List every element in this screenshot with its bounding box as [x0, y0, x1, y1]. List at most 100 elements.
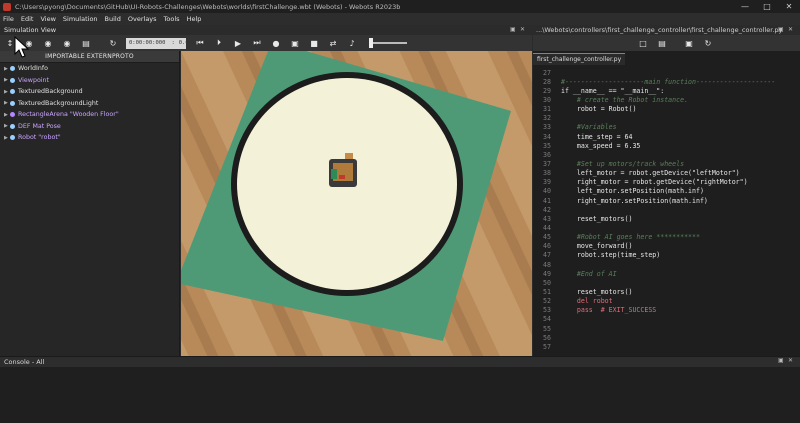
editor-float-icon[interactable]: ▣	[778, 26, 784, 33]
code-line[interactable]: 50	[533, 278, 800, 287]
line-number: 32	[543, 114, 551, 123]
code-line[interactable]: 34 time_step = 64	[533, 132, 800, 141]
line-number: 49	[543, 269, 551, 278]
code-line[interactable]: 29 if __name__ == "__main__":	[533, 86, 800, 95]
close-button[interactable]: ✕	[778, 0, 800, 13]
code-line[interactable]: 52 del robot	[533, 297, 800, 306]
code-line[interactable]: 56	[533, 333, 800, 342]
reset-simulation-icon[interactable]: ⏮	[194, 37, 206, 49]
code-line[interactable]: 53 pass # EXIT_SUCCESS	[533, 306, 800, 315]
line-number: 31	[543, 105, 551, 114]
menu-view[interactable]: View	[40, 15, 55, 23]
code-line[interactable]: 48	[533, 260, 800, 269]
step-icon[interactable]: ⏵	[213, 37, 225, 49]
eye-icon[interactable]: ◉	[61, 37, 73, 49]
code-line[interactable]: 39 right_motor = robot.getDevice("rightM…	[533, 178, 800, 187]
scene-tree-item[interactable]: ▶ TexturedBackground	[0, 86, 179, 98]
volume-slider[interactable]	[369, 38, 407, 48]
scene-tree-item-label: Viewpoint	[18, 76, 50, 84]
code-text: #Robot AI goes here ***********	[561, 233, 700, 242]
revert-file-icon[interactable]: ↻	[702, 37, 714, 49]
3d-scene[interactable]	[181, 51, 532, 356]
new-file-icon[interactable]: □	[637, 37, 649, 49]
console-header: Console - All	[0, 356, 800, 367]
simulation-view-label: Simulation View	[4, 26, 57, 34]
code-line[interactable]: 44	[533, 223, 800, 232]
line-number: 45	[543, 233, 551, 242]
menu-overlays[interactable]: Overlays	[128, 15, 157, 23]
console-output[interactable]	[0, 367, 800, 423]
play-icon[interactable]: ▶	[232, 37, 244, 49]
code-text: reset_motors()	[561, 287, 633, 296]
scene-tree-item[interactable]: ▶ RectangleArena "Wooden Floor"	[0, 109, 179, 121]
scene-tree-item[interactable]: ▶ DEF Mat Pose	[0, 121, 179, 133]
timer-value: 0:00:00:000	[129, 40, 166, 46]
line-number: 42	[543, 205, 551, 214]
sim-view-float-icon[interactable]: ▣	[510, 26, 516, 33]
menu-build[interactable]: Build	[105, 15, 121, 23]
code-text: pass # EXIT_SUCCESS	[561, 306, 657, 315]
reload-world-icon[interactable]: ↻	[107, 37, 119, 49]
code-line[interactable]: 51 reset_motors()	[533, 287, 800, 296]
3d-viewport[interactable]	[181, 51, 532, 356]
code-line[interactable]: 35 max_speed = 6.35	[533, 141, 800, 150]
scene-tree-item[interactable]: ▶ Viewpoint	[0, 75, 179, 87]
code-line[interactable]: 33 #Variables	[533, 123, 800, 132]
code-line[interactable]: 55	[533, 324, 800, 333]
share-icon[interactable]: ⇄	[327, 37, 339, 49]
scene-tree-item[interactable]: ▶ WorldInfo	[0, 63, 179, 75]
code-line[interactable]: 41 right_motor.setPosition(math.inf)	[533, 196, 800, 205]
code-area[interactable]: 27 28 #--------------------main function--…	[533, 68, 800, 351]
sim-view-close-icon[interactable]: ✕	[520, 26, 525, 33]
code-line[interactable]: 47 robot.step(time_step)	[533, 251, 800, 260]
menu-file[interactable]: File	[3, 15, 14, 23]
editor-close-icon[interactable]: ✕	[788, 26, 793, 33]
scene-tree-item[interactable]: ▶ Robot "robot"	[0, 132, 179, 144]
code-editor[interactable]: first_challenge_controller.py 27 28 #-----…	[533, 51, 800, 356]
code-line[interactable]: 42	[533, 205, 800, 214]
code-line[interactable]: 57	[533, 342, 800, 351]
screenshot-icon[interactable]: ▣	[289, 37, 301, 49]
view-icon[interactable]: ◉	[42, 37, 54, 49]
code-text: reset_motors()	[561, 214, 633, 223]
code-line[interactable]: 54	[533, 315, 800, 324]
line-number: 54	[543, 315, 551, 324]
record-icon[interactable]: ●	[270, 37, 282, 49]
console-close-icon[interactable]: ✕	[788, 357, 793, 364]
open-file-icon[interactable]: ▤	[656, 37, 668, 49]
menu-simulation[interactable]: Simulation	[63, 15, 98, 23]
movie-icon[interactable]: ■	[308, 37, 320, 49]
console-float-icon[interactable]: ▣	[778, 357, 784, 364]
sound-icon[interactable]: ♪	[346, 37, 358, 49]
minimize-button[interactable]: —	[734, 0, 756, 13]
menu-edit[interactable]: Edit	[21, 15, 34, 23]
save-file-icon[interactable]: ▣	[683, 37, 695, 49]
code-line[interactable]: 31 robot = Robot()	[533, 105, 800, 114]
code-line[interactable]: 46 move_forward()	[533, 242, 800, 251]
code-line[interactable]: 49 #End of AI	[533, 269, 800, 278]
open-world-icon[interactable]: ▤	[80, 37, 92, 49]
code-line[interactable]: 45 #Robot AI goes here ***********	[533, 233, 800, 242]
line-number: 36	[543, 150, 551, 159]
editor-toolbar: □ ▤ ▣ ↻	[533, 35, 800, 51]
code-line[interactable]: 32	[533, 114, 800, 123]
code-line[interactable]: 38 left_motor = robot.getDevice("leftMot…	[533, 169, 800, 178]
editor-file-tab[interactable]: first_challenge_controller.py	[533, 53, 626, 65]
code-line[interactable]: 27	[533, 68, 800, 77]
code-line[interactable]: 28 #--------------------main function----…	[533, 77, 800, 86]
code-text: right_motor = robot.getDevice("rightMoto…	[561, 178, 748, 187]
fast-forward-icon[interactable]: ⏭	[251, 37, 263, 49]
menu-tools[interactable]: Tools	[164, 15, 180, 23]
code-line[interactable]: 37 #Set up motors/track wheels	[533, 159, 800, 168]
code-line[interactable]: 40 left_motor.setPosition(math.inf)	[533, 187, 800, 196]
scene-tree-item[interactable]: ▶ TexturedBackgroundLight	[0, 98, 179, 110]
menu-help[interactable]: Help	[187, 15, 202, 23]
code-text: time_step = 64	[561, 132, 633, 141]
code-line[interactable]: 43 reset_motors()	[533, 214, 800, 223]
volume-slider-thumb[interactable]	[369, 38, 373, 48]
scene-tree-panel: IMPORTABLE EXTERNPROTO ▶ WorldInfo ▶ Viewpo…	[0, 51, 180, 356]
maximize-button[interactable]: □	[756, 0, 778, 13]
code-line[interactable]: 36	[533, 150, 800, 159]
line-number: 43	[543, 214, 551, 223]
code-line[interactable]: 30 # create the Robot instance.	[533, 95, 800, 104]
